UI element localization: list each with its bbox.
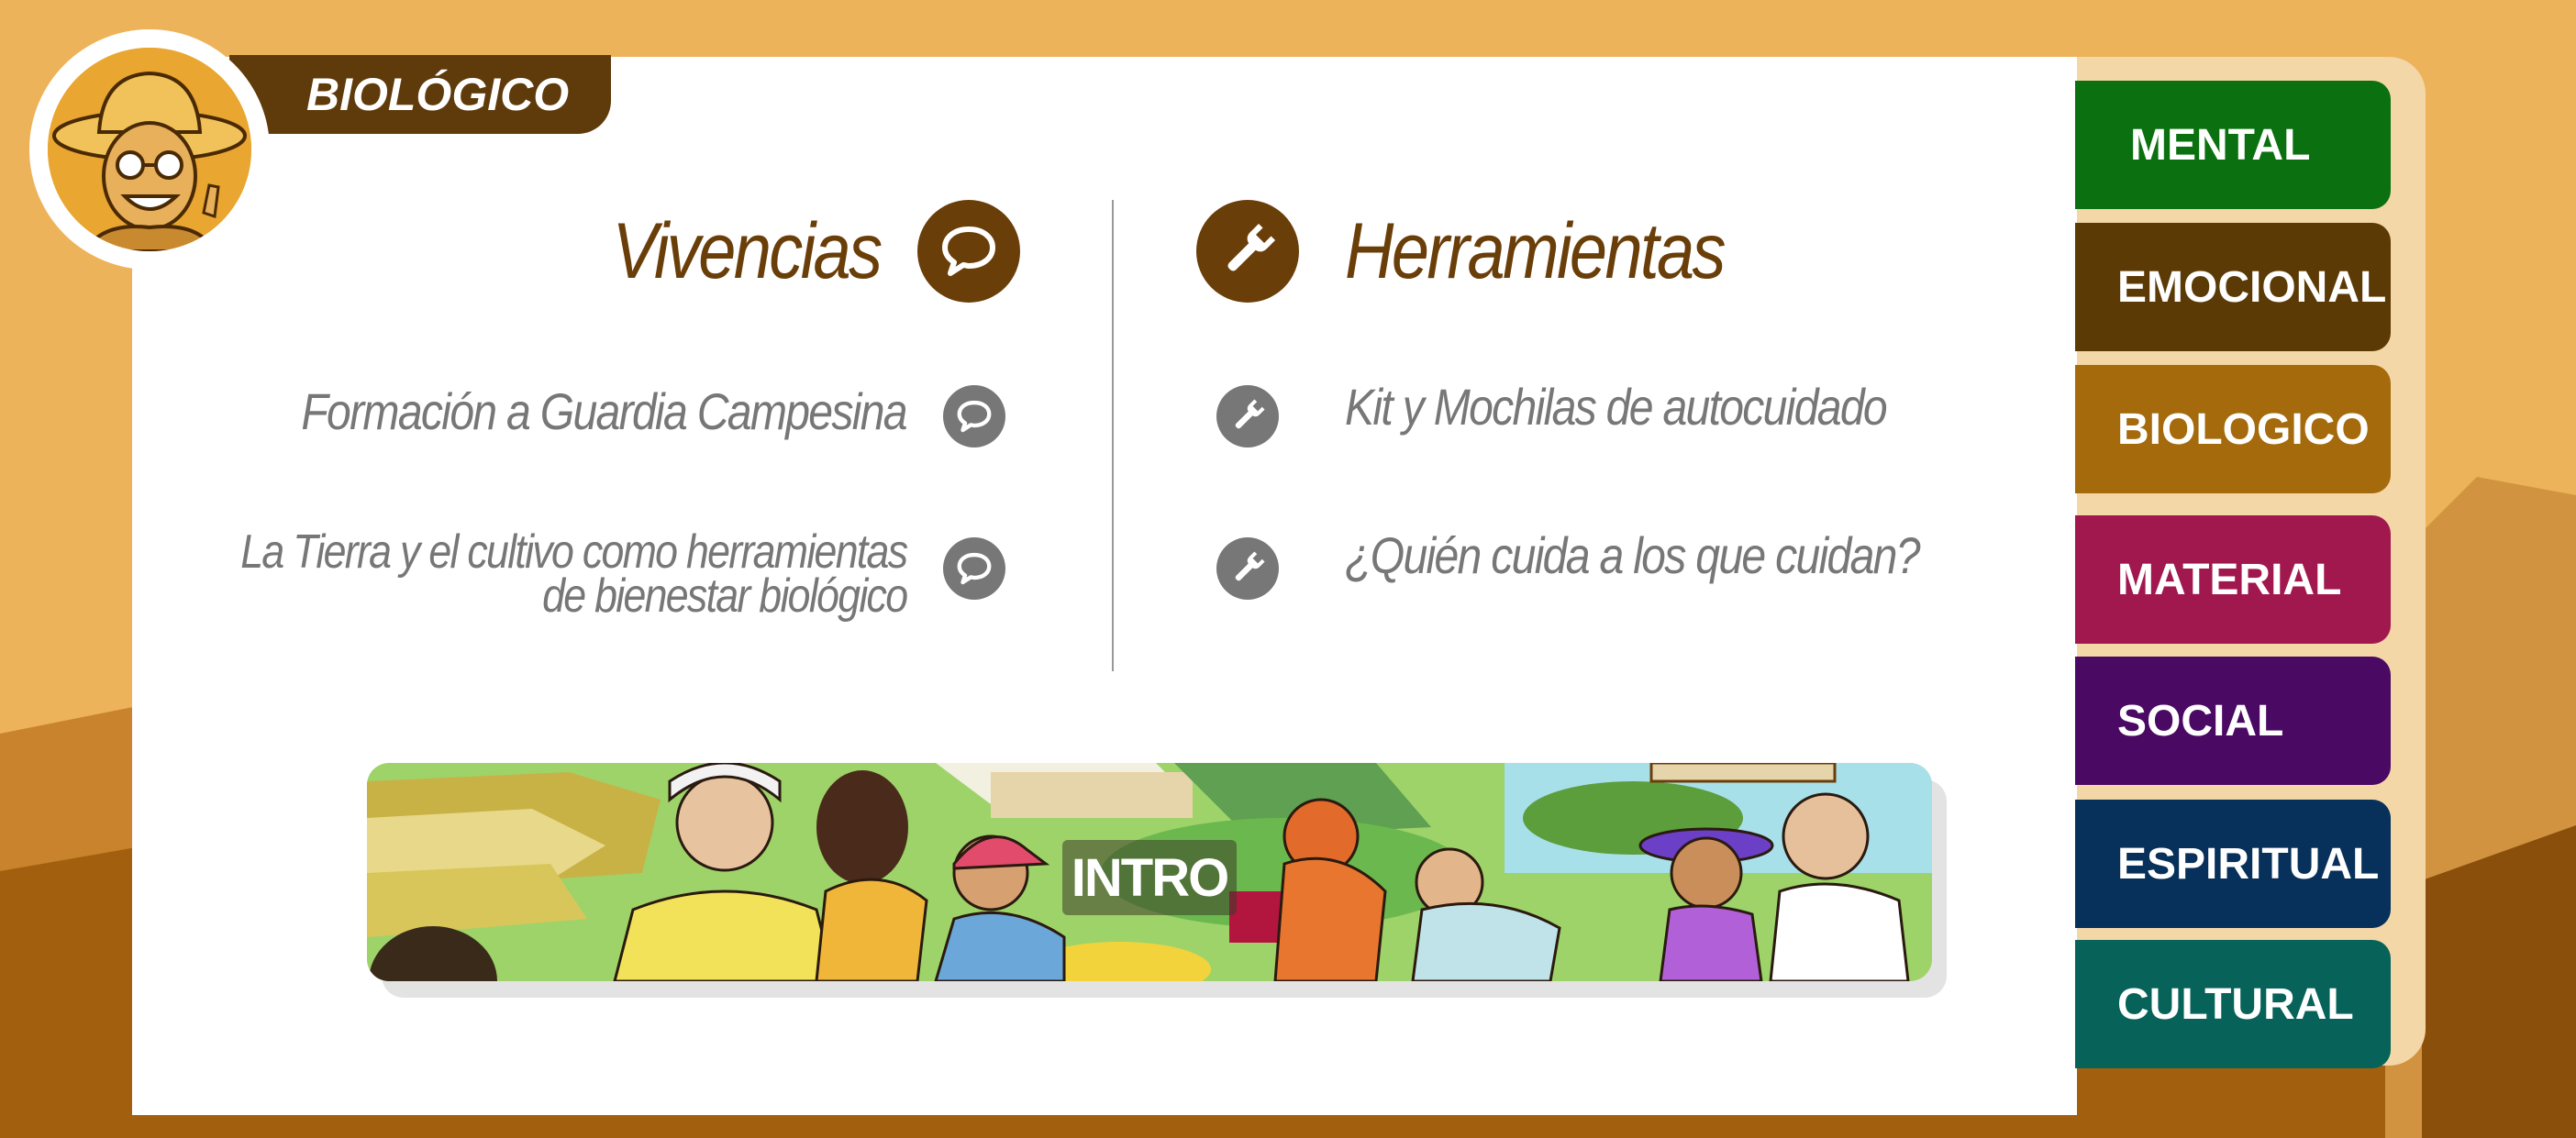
nav-button-emocional[interactable]: EMOCIONAL: [2075, 223, 2391, 351]
nav-button-label: SOCIAL: [2117, 696, 2284, 746]
nav-button-label: MATERIAL: [2117, 555, 2342, 604]
column-divider: [1112, 200, 1114, 671]
nav-button-social[interactable]: SOCIAL: [2075, 657, 2391, 785]
nav-button-label: MENTAL: [2130, 120, 2311, 170]
speech-bubble-icon[interactable]: [943, 385, 1005, 447]
nav-button-label: CULTURAL: [2117, 979, 2354, 1029]
herramienta-item-1[interactable]: Kit y Mochilas de autocuidado: [1345, 381, 1888, 433]
nav-button-label: ESPIRITUAL: [2117, 839, 2380, 889]
nav-button-label: BIOLOGICO: [2117, 404, 2370, 454]
wrench-icon[interactable]: [1216, 385, 1279, 447]
nav-button-material[interactable]: MATERIAL: [2075, 515, 2391, 644]
farmer-avatar-icon: [29, 29, 270, 270]
herramienta-item-2[interactable]: ¿Quién cuida a los que cuidan?: [1345, 530, 1920, 581]
intro-button[interactable]: INTRO: [1062, 840, 1237, 915]
speech-bubble-icon[interactable]: [943, 537, 1005, 600]
wrench-icon: [1196, 200, 1299, 303]
nav-button-espiritual[interactable]: ESPIRITUAL: [2075, 800, 2391, 928]
vivencia-item-1[interactable]: Formación a Guardia Campesina: [302, 386, 908, 437]
nav-button-mental[interactable]: MENTAL: [2075, 81, 2391, 209]
wrench-icon[interactable]: [1216, 537, 1279, 600]
speech-bubble-icon: [917, 200, 1020, 303]
herramientas-title: Herramientas: [1345, 207, 1727, 295]
section-tag: BIOLÓGICO: [229, 55, 611, 134]
nav-button-biologico[interactable]: BIOLOGICO: [2075, 365, 2391, 493]
nav-button-cultural[interactable]: CULTURAL: [2075, 940, 2391, 1068]
vivencia-item-2[interactable]: La Tierra y el cultivo como herramientas…: [240, 528, 908, 620]
nav-button-label: EMOCIONAL: [2117, 262, 2387, 312]
vivencias-title: Vivencias: [613, 207, 883, 295]
